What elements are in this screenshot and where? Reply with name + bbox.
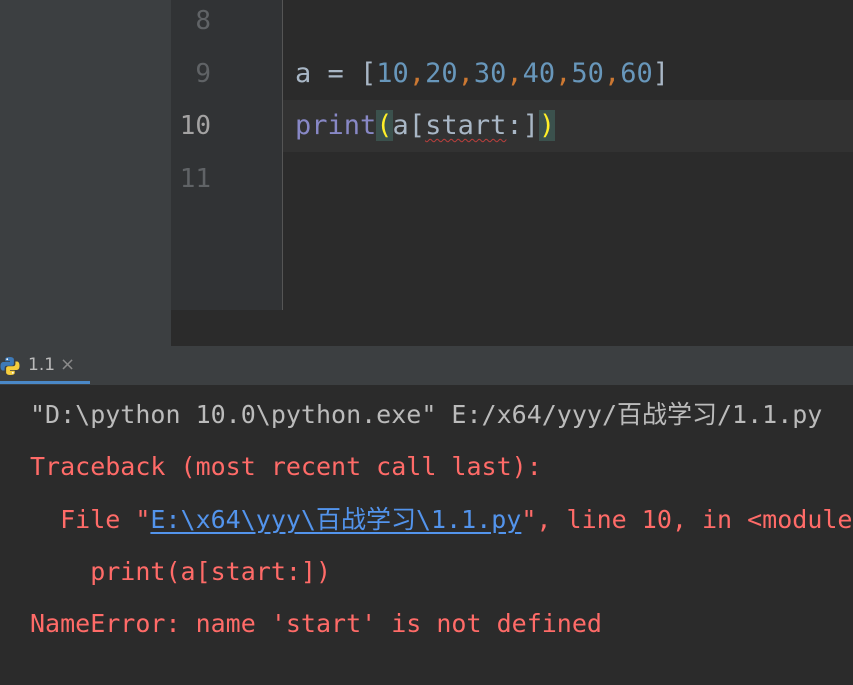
code-token-comma: ,: [555, 58, 572, 89]
console-error-message: NameError: name 'start' is not defined: [30, 609, 602, 638]
code-token-builtin-print: print: [295, 110, 377, 141]
code-token-comma: ,: [603, 58, 621, 89]
line-number-current: 10: [179, 111, 211, 141]
code-token-number: 50: [571, 58, 604, 89]
unresolved-reference-start[interactable]: start: [425, 110, 506, 141]
code-token-number: 10: [376, 58, 409, 89]
traceback-file-link[interactable]: E:\x64\yyy\百战学习\1.1.py: [150, 505, 521, 534]
python-icon: [0, 357, 20, 375]
editor-bottom-area: [171, 310, 853, 346]
code-token-number: 40: [522, 58, 556, 89]
code-token-bracket: ]: [652, 58, 669, 89]
code-line-9[interactable]: a = [10,20,30,40,50,60]: [295, 48, 669, 100]
traceback-file-prefix: File ": [30, 505, 151, 534]
run-tool-window-header: 1.1 ×: [0, 346, 853, 386]
code-token-bracket: [: [360, 58, 377, 89]
line-number: 8: [195, 6, 211, 36]
matched-paren-close: ): [538, 110, 556, 141]
console-traceback-header: Traceback (most recent call last):: [30, 452, 542, 481]
code-token-number: 20: [425, 58, 458, 89]
code-token-comma: ,: [408, 58, 426, 89]
code-token-number: 60: [620, 58, 653, 89]
line-number: 11: [179, 164, 211, 194]
console-traceback-code: print(a[start:]): [30, 557, 332, 586]
code-token-number: 30: [473, 58, 507, 89]
code-token-slice: :]: [506, 110, 539, 141]
matched-paren-open: (: [376, 110, 393, 141]
line-number: 9: [195, 59, 211, 89]
active-tab-indicator: [0, 381, 90, 384]
console-command-line: "D:\python 10.0\python.exe" E:/x64/yyy/百…: [30, 400, 823, 429]
project-panel-strip: [0, 0, 171, 346]
console-traceback-file: File "E:\x64\yyy\百战学习\1.1.py", line 10, …: [30, 494, 853, 546]
traceback-file-suffix: ", line 10, in <module>: [521, 505, 853, 534]
code-token-comma: ,: [457, 58, 474, 89]
close-icon[interactable]: ×: [60, 354, 75, 375]
run-tab-1-1[interactable]: 1.1 ×: [0, 346, 90, 384]
code-line-10[interactable]: print(a[start:]): [295, 100, 556, 152]
code-token-var: a[: [392, 110, 426, 141]
ide-window: 8 9 10 11 a = [10,20,30,40,50,60] print(…: [0, 0, 853, 685]
code-editor[interactable]: [283, 0, 853, 310]
code-token-comma: ,: [506, 58, 523, 89]
run-tab-label: 1.1: [28, 355, 56, 375]
code-token-var: a =: [295, 58, 361, 89]
